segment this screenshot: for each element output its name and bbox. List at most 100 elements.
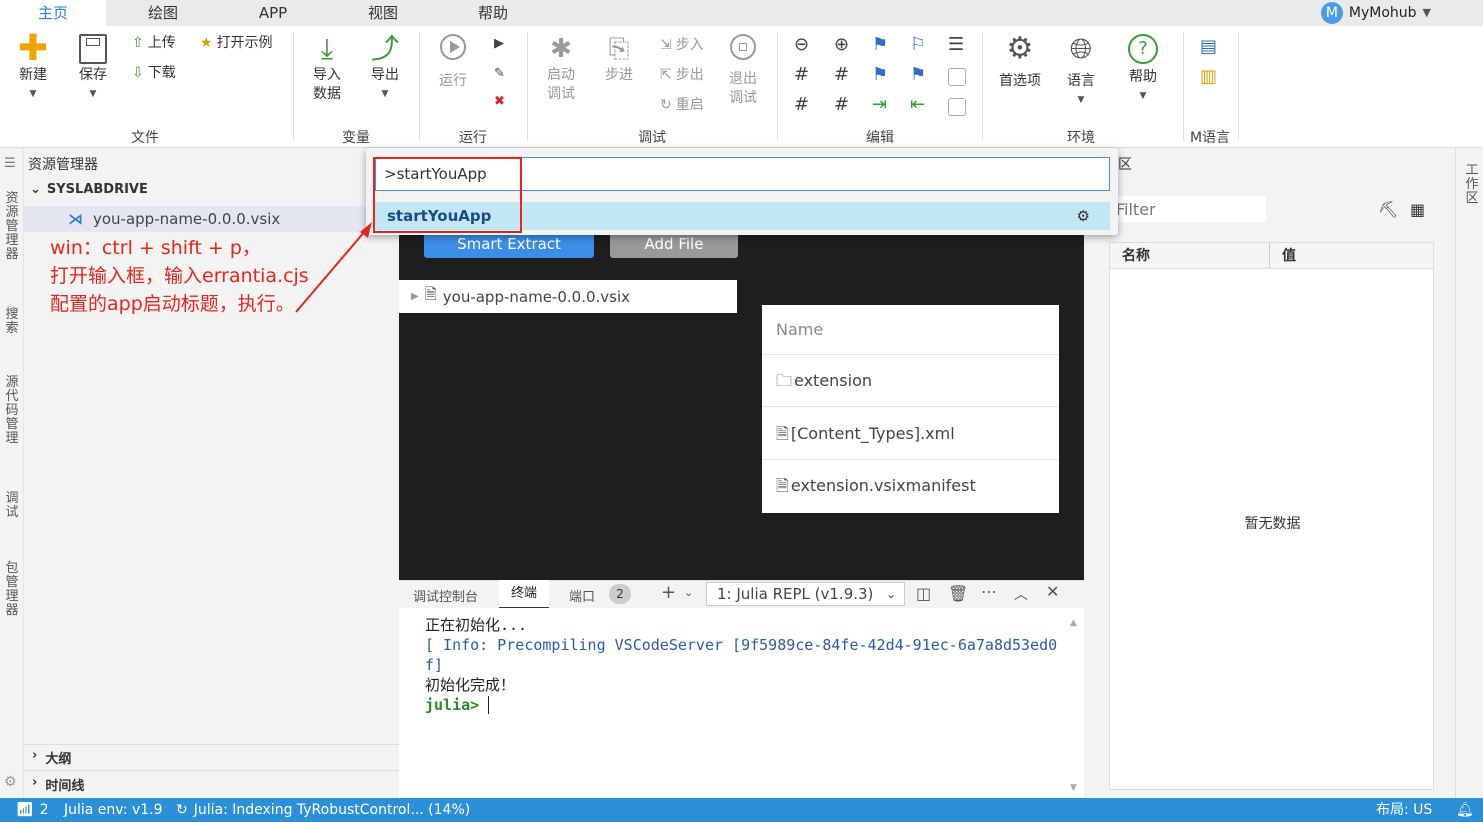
julia-prompt: julia> <box>425 696 480 714</box>
tab-help[interactable]: 帮助 <box>440 0 546 26</box>
m-file-icon[interactable]: ▤ <box>1200 36 1217 57</box>
trash-icon[interactable]: 🗑︎ <box>948 584 968 603</box>
column-name[interactable]: 名称 <box>1110 243 1270 268</box>
upload-button[interactable]: ⇧ 上传 <box>132 34 176 53</box>
annotation-arrow <box>295 222 372 313</box>
forward-icon[interactable]: ⊕ <box>834 34 849 55</box>
column-value[interactable]: 值 <box>1270 243 1296 268</box>
remove-bookmark-icon[interactable]: ⚐ <box>910 34 926 55</box>
stop-icon <box>730 34 756 60</box>
export-icon: ⤴ <box>370 32 399 65</box>
step-out-button[interactable]: ⇱ 步出 <box>660 66 704 85</box>
folder-root[interactable]: ⌄ SYSLABDRIVE <box>30 182 148 197</box>
back-icon[interactable]: ⊖ <box>794 34 809 55</box>
list-icon[interactable]: ☰ <box>948 34 964 55</box>
notification-icon[interactable]: 🔔︎ <box>1456 798 1474 822</box>
preferences-label: 首选项 <box>999 73 1041 89</box>
step-in-button[interactable]: ⇲ 步入 <box>660 36 704 55</box>
run-to-icon[interactable]: ✎ <box>494 66 505 81</box>
scroll-down-icon[interactable]: ▼ <box>1070 783 1077 793</box>
julia-env[interactable]: Julia env: v1.9 <box>64 798 163 822</box>
import-icon: ⤓ <box>320 32 334 65</box>
activity-package-manager[interactable]: 包管理器 <box>4 562 20 618</box>
activity-workspace[interactable]: 工作区 <box>1464 164 1480 206</box>
preferences-button[interactable]: ⚙ 首选项 <box>994 32 1046 91</box>
table-cell: extension.vsixmanifest <box>790 476 976 495</box>
outdent-icon[interactable]: ⇤ <box>910 94 925 115</box>
help-button[interactable]: ? 帮助 ▼ <box>1120 32 1166 106</box>
exit-debug-button[interactable]: 退出 调试 <box>720 34 766 108</box>
more-icon[interactable]: ⋯ <box>981 582 997 601</box>
gear-icon[interactable]: ⚙ <box>1077 202 1090 230</box>
add-terminal-icon[interactable]: + <box>661 582 676 603</box>
activity-debug[interactable]: 调试 <box>4 492 20 520</box>
indexing-status[interactable]: ↻ Julia: Indexing TyRobustControl... (14%… <box>176 798 470 822</box>
import-label-2: 数据 <box>313 86 341 102</box>
restart-button[interactable]: ↻ 重启 <box>660 96 704 115</box>
chevron-down-icon: ▼ <box>29 89 37 99</box>
run-button[interactable]: 运行 <box>430 34 476 91</box>
table-row[interactable]: 🗎︎ extension.vsixmanifest <box>762 460 1059 512</box>
tab-ports[interactable]: 端口 <box>569 586 595 605</box>
bug-icon: ✱ <box>550 34 572 64</box>
table-row[interactable]: 🗀︎ extension <box>762 355 1059 407</box>
split-icon[interactable]: ◫ <box>916 584 931 603</box>
activity-source-control[interactable]: 源代码管理 <box>4 376 20 446</box>
tab-home[interactable]: 主页 <box>0 0 106 26</box>
language-button[interactable]: 🌐︎ 语言 ▼ <box>1058 32 1104 110</box>
timeline-section[interactable]: › 时间线 <box>32 775 84 794</box>
comment-icon[interactable]: # <box>794 64 809 85</box>
indexing-label: Julia: Indexing TyRobustControl... (14%) <box>193 802 471 818</box>
terminal-prompt-line: julia> <box>425 695 1065 715</box>
bottom-panel: 调试控制台 终端 端口 2 + ⌄ 1: Julia REPL (v1.9.3)… <box>399 580 1084 798</box>
terminal-line: f] <box>425 656 444 674</box>
keyboard-layout[interactable]: 布局: US <box>1376 798 1432 822</box>
checkbox-icon[interactable] <box>948 98 966 116</box>
table-row[interactable]: 🗎︎ [Content_Types].xml <box>762 407 1059 460</box>
bookmark-icon[interactable]: ⚑ <box>872 34 888 55</box>
indent-icon[interactable]: ⇥ <box>872 94 887 115</box>
user-menu[interactable]: M MyMohub ▼ <box>1320 2 1431 24</box>
block-comment-icon[interactable]: # <box>834 94 849 115</box>
terminal-output[interactable]: 正在初始化... [ Info: Precompiling VSCodeServ… <box>425 615 1065 715</box>
export-button[interactable]: ⤴ 导出 ▼ <box>362 32 408 104</box>
import-data-button[interactable]: ⤓ 导入 数据 <box>304 32 350 104</box>
activity-search[interactable]: 搜索 <box>4 308 20 336</box>
tree-node[interactable]: ▶ 🗎︎ you-app-name-0.0.0.vsix <box>399 280 737 313</box>
settings-icon[interactable]: ⚙ <box>4 774 17 790</box>
divider <box>982 32 983 140</box>
toggle-comment-icon[interactable]: # <box>794 94 809 115</box>
menu-icon[interactable]: ☰ <box>4 156 16 171</box>
start-debug-button[interactable]: ✱ 启动 调试 <box>538 32 584 104</box>
chevron-down-icon[interactable]: ⌄ <box>684 586 693 599</box>
stop-run-icon[interactable]: ✖ <box>494 94 505 109</box>
prev-bookmark-icon[interactable]: ⚑ <box>872 64 888 85</box>
brush-icon[interactable]: ⛏ <box>1378 200 1398 219</box>
scroll-up-icon[interactable]: ▲ <box>1070 618 1077 628</box>
outline-section[interactable]: › 大纲 <box>32 748 71 767</box>
filter-input[interactable] <box>1114 196 1266 222</box>
new-button[interactable]: ✚ 新建 ▼ <box>10 31 56 104</box>
checkbox-icon[interactable] <box>948 68 966 86</box>
help-icon: ? <box>1128 34 1158 64</box>
uncomment-icon[interactable]: # <box>834 64 849 85</box>
tab-app[interactable]: APP <box>220 0 326 26</box>
save-button[interactable]: 保存 ▼ <box>70 32 116 104</box>
tab-plot[interactable]: 绘图 <box>110 0 216 26</box>
open-example-button[interactable]: ★ 打开示例 <box>200 34 273 53</box>
tab-view[interactable]: 视图 <box>330 0 436 26</box>
m-convert-icon[interactable]: ▥ <box>1200 66 1217 87</box>
close-icon[interactable]: ✕ <box>1046 582 1059 601</box>
download-button[interactable]: ⇩ 下载 <box>132 64 176 83</box>
maximize-icon[interactable]: ︿ <box>1014 584 1028 604</box>
tab-debug-console[interactable]: 调试控制台 <box>413 586 478 605</box>
remote-status[interactable]: 📶︎ 2 <box>16 798 49 822</box>
activity-explorer[interactable]: 资源管理器 <box>4 192 20 262</box>
next-bookmark-icon[interactable]: ⚑ <box>910 64 926 85</box>
tab-terminal[interactable]: 终端 <box>499 580 549 608</box>
grid-icon[interactable]: ▦ <box>1410 200 1425 219</box>
ribbon: ✚ 新建 ▼ 保存 ▼ ⇧ 上传 ★ 打开示例 ⇩ 下载 文件 ⤓ 导入 数据 ⤴ 导… <box>0 26 1483 148</box>
terminal-select[interactable]: 1: Julia REPL (v1.9.3) ⌄ <box>706 582 905 606</box>
run-section-icon[interactable]: ▶ <box>494 36 504 51</box>
step-button[interactable]: ⎘ 步进 <box>596 32 642 85</box>
